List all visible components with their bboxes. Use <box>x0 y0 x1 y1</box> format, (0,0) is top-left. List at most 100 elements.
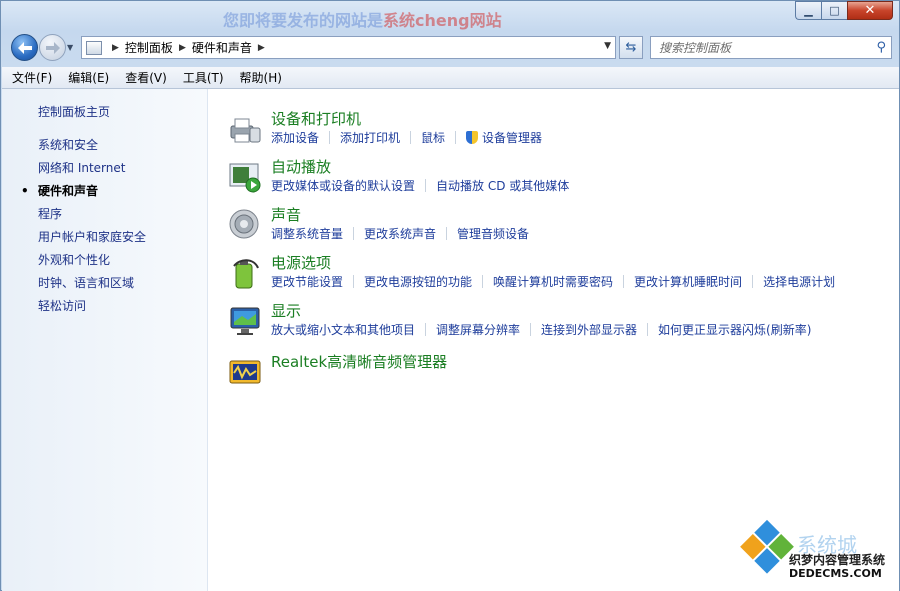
link-separator <box>446 227 448 240</box>
link-refresh-rate[interactable]: 如何更正显示器闪烁(刷新率) <box>658 321 811 338</box>
link-add-printer[interactable]: 添加打印机 <box>340 129 400 146</box>
watermark-line1: 织梦内容管理系统 <box>789 553 886 567</box>
address-dropdown-icon[interactable]: ▼ <box>604 41 611 51</box>
refresh-icon: ⇆ <box>625 40 637 55</box>
menu-help[interactable]: 帮助(H) <box>240 69 282 86</box>
breadcrumb-separator-icon[interactable]: ▶ <box>258 43 265 53</box>
menu-view[interactable]: 查看(V) <box>125 69 167 86</box>
top-watermark-red: 系统cheng网站 <box>383 11 502 30</box>
link-separator <box>530 323 532 336</box>
category-links: 添加设备 添加打印机 鼠标 设备管理器 <box>271 129 542 146</box>
link-separator <box>329 131 331 144</box>
link-separator <box>482 275 484 288</box>
link-separator <box>410 131 412 144</box>
speaker-icon[interactable] <box>228 208 262 242</box>
link-sleep-time[interactable]: 更改计算机睡眠时间 <box>634 273 742 290</box>
sidebar-list: 系统和安全 网络和 Internet 硬件和声音 程序 用户帐户和家庭安全 外观… <box>21 137 146 321</box>
link-autoplay-cd[interactable]: 自动播放 CD 或其他媒体 <box>436 177 569 194</box>
link-power-plan[interactable]: 选择电源计划 <box>763 273 835 290</box>
refresh-button[interactable]: ⇆ <box>619 36 643 59</box>
top-watermark-text: 您即将要发布的网站是 <box>223 11 384 30</box>
watermark-line2: DEDECMS.COM <box>789 567 882 580</box>
category-links: 调整系统音量 更改系统声音 管理音频设备 <box>271 225 529 242</box>
sidebar-item-system-security[interactable]: 系统和安全 <box>38 137 146 160</box>
back-arrow-icon <box>17 41 32 54</box>
sidebar-item-hardware-sound: 硬件和声音 <box>21 183 146 206</box>
close-button[interactable]: ✕ <box>847 1 893 20</box>
link-wake-password[interactable]: 唤醒计算机时需要密码 <box>493 273 613 290</box>
link-separator <box>353 227 355 240</box>
recent-pages-dropdown-icon[interactable]: ▼ <box>67 43 73 52</box>
link-change-sounds[interactable]: 更改系统声音 <box>364 225 436 242</box>
sidebar: 控制面板主页 系统和安全 网络和 Internet 硬件和声音 程序 用户帐户和… <box>2 89 208 591</box>
minimize-button[interactable]: ▁ <box>795 1 821 20</box>
menu-file[interactable]: 文件(F) <box>12 69 52 86</box>
title-bar: 您即将要发布的网站是系统cheng网站 ▁ □ ✕ <box>1 1 899 31</box>
sidebar-item-clock-region[interactable]: 时钟、语言和区域 <box>38 275 146 298</box>
forward-arrow-icon <box>45 41 60 54</box>
link-mouse[interactable]: 鼠标 <box>421 129 445 146</box>
link-resolution[interactable]: 调整屏幕分辨率 <box>436 321 520 338</box>
sidebar-item-user-accounts[interactable]: 用户帐户和家庭安全 <box>38 229 146 252</box>
sidebar-item-network[interactable]: 网络和 Internet <box>38 160 146 183</box>
sidebar-item-ease-of-access[interactable]: 轻松访问 <box>38 298 146 321</box>
navigation-bar: ▼ ▶ 控制面板 ▶ 硬件和声音 ▶ ▼ ⇆ ⚲ <box>1 31 899 65</box>
category-links: 更改媒体或设备的默认设置 自动播放 CD 或其他媒体 <box>271 177 569 194</box>
link-text-size[interactable]: 放大或缩小文本和其他项目 <box>271 321 415 338</box>
link-separator <box>353 275 355 288</box>
sidebar-item-appearance[interactable]: 外观和个性化 <box>38 252 146 275</box>
search-icon[interactable]: ⚲ <box>876 40 886 55</box>
search-input[interactable] <box>651 37 861 58</box>
sidebar-home-link[interactable]: 控制面板主页 <box>38 103 110 120</box>
menu-edit[interactable]: 编辑(E) <box>68 69 109 86</box>
category-links: 更改节能设置 更改电源按钮的功能 唤醒计算机时需要密码 更改计算机睡眠时间 选择… <box>271 273 835 290</box>
link-separator <box>425 179 427 192</box>
link-device-manager[interactable]: 设备管理器 <box>466 129 542 146</box>
category-title-devices-printers[interactable]: 设备和打印机 <box>271 108 361 129</box>
breadcrumb-control-panel[interactable]: 控制面板 <box>125 39 173 56</box>
breadcrumb-hardware-sound[interactable]: 硬件和声音 <box>192 39 252 56</box>
breadcrumb-separator-icon[interactable]: ▶ <box>112 43 119 53</box>
link-power-button[interactable]: 更改电源按钮的功能 <box>364 273 472 290</box>
category-title-realtek[interactable]: Realtek高清晰音频管理器 <box>271 351 447 372</box>
menu-tools[interactable]: 工具(T) <box>183 69 224 86</box>
address-bar[interactable]: ▶ 控制面板 ▶ 硬件和声音 ▶ ▼ <box>81 36 616 59</box>
monitor-icon[interactable] <box>228 304 262 338</box>
link-power-saving[interactable]: 更改节能设置 <box>271 273 343 290</box>
link-separator <box>455 131 457 144</box>
uac-shield-icon <box>466 131 479 144</box>
control-panel-window: 您即将要发布的网站是系统cheng网站 ▁ □ ✕ ▼ ▶ 控制面板 ▶ 硬件和… <box>0 0 900 591</box>
content-area: 控制面板主页 系统和安全 网络和 Internet 硬件和声音 程序 用户帐户和… <box>2 89 899 591</box>
back-button[interactable] <box>11 34 38 61</box>
site-watermark: 系统城 织梦内容管理系统 DEDECMS.COM <box>740 519 895 589</box>
link-add-device[interactable]: 添加设备 <box>271 129 319 146</box>
menu-bar: 文件(F) 编辑(E) 查看(V) 工具(T) 帮助(H) <box>2 67 899 89</box>
link-separator <box>425 323 427 336</box>
link-adjust-volume[interactable]: 调整系统音量 <box>271 225 343 242</box>
category-title-sound[interactable]: 声音 <box>271 204 301 225</box>
link-manage-audio[interactable]: 管理音频设备 <box>457 225 529 242</box>
autoplay-icon[interactable] <box>228 160 262 194</box>
link-change-default-media[interactable]: 更改媒体或设备的默认设置 <box>271 177 415 194</box>
category-title-power[interactable]: 电源选项 <box>271 252 331 273</box>
link-separator <box>623 275 625 288</box>
forward-button[interactable] <box>39 34 66 61</box>
printer-icon[interactable] <box>228 112 262 146</box>
link-external-display[interactable]: 连接到外部显示器 <box>541 321 637 338</box>
link-device-manager-label: 设备管理器 <box>482 131 543 145</box>
search-box: ⚲ <box>650 36 892 59</box>
caption-buttons: ▁ □ ✕ <box>795 1 893 20</box>
category-links: 放大或缩小文本和其他项目 调整屏幕分辨率 连接到外部显示器 如何更正显示器闪烁(… <box>271 321 811 338</box>
realtek-icon[interactable] <box>228 355 262 389</box>
link-separator <box>752 275 754 288</box>
category-list: 设备和打印机 添加设备 添加打印机 鼠标 设备管理器 自动播放 更改媒体或设备的… <box>222 89 892 591</box>
maximize-button[interactable]: □ <box>821 1 847 20</box>
breadcrumb-separator-icon[interactable]: ▶ <box>179 43 186 53</box>
top-watermark: 您即将要发布的网站是系统cheng网站 <box>223 7 502 31</box>
control-panel-icon <box>86 40 102 55</box>
category-title-display[interactable]: 显示 <box>271 300 301 321</box>
link-separator <box>647 323 649 336</box>
sidebar-item-programs[interactable]: 程序 <box>38 206 146 229</box>
category-title-autoplay[interactable]: 自动播放 <box>271 156 331 177</box>
battery-icon[interactable] <box>228 256 262 290</box>
